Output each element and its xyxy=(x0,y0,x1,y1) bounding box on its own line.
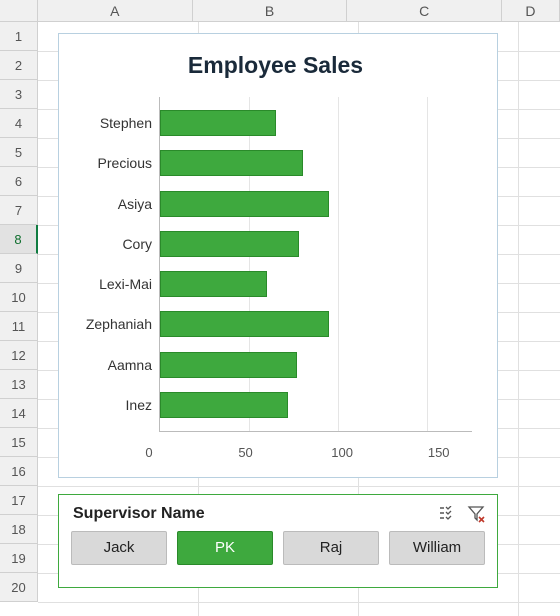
x-tick: 50 xyxy=(238,445,252,460)
chart-x-axis: 050100150 xyxy=(149,445,487,465)
bar[interactable] xyxy=(160,110,276,136)
x-tick: 0 xyxy=(145,445,152,460)
row-header-13[interactable]: 13 xyxy=(0,370,38,399)
bar-row: Aamna xyxy=(160,351,472,379)
bar[interactable] xyxy=(160,191,329,217)
slicer-btn-raj[interactable]: Raj xyxy=(283,531,379,565)
col-header-D[interactable]: D xyxy=(502,0,560,22)
row-header-8[interactable]: 8 xyxy=(0,225,38,254)
slicer-title: Supervisor Name xyxy=(73,505,431,523)
row-header-11[interactable]: 11 xyxy=(0,312,38,341)
row-header-6[interactable]: 6 xyxy=(0,167,38,196)
multi-select-icon[interactable] xyxy=(437,503,459,525)
row-header-18[interactable]: 18 xyxy=(0,515,38,544)
row-header-7[interactable]: 7 xyxy=(0,196,38,225)
bar[interactable] xyxy=(160,150,303,176)
bar-label: Aamna xyxy=(70,357,152,373)
bar-label: Zephaniah xyxy=(70,316,152,332)
row-header-2[interactable]: 2 xyxy=(0,51,38,80)
bar-row: Cory xyxy=(160,230,472,258)
row-header-19[interactable]: 19 xyxy=(0,544,38,573)
bar[interactable] xyxy=(160,271,267,297)
x-tick: 150 xyxy=(428,445,450,460)
bar-label: Stephen xyxy=(70,115,152,131)
bar-row: Asiya xyxy=(160,190,472,218)
row-header-16[interactable]: 16 xyxy=(0,457,38,486)
chart-title: Employee Sales xyxy=(69,52,482,79)
clear-filter-icon[interactable] xyxy=(465,503,487,525)
row-headers: 1234567891011121314151617181920 xyxy=(0,22,38,616)
row-header-17[interactable]: 17 xyxy=(0,486,38,515)
bar[interactable] xyxy=(160,392,288,418)
column-headers: A B C D xyxy=(38,0,560,22)
slicer-btn-pk[interactable]: PK xyxy=(177,531,273,565)
chart-plot-area: Stephen Precious Asiya Cory Lexi-Mai Zephania… xyxy=(159,97,472,432)
row-header-12[interactable]: 12 xyxy=(0,341,38,370)
bar[interactable] xyxy=(160,231,299,257)
row-header-3[interactable]: 3 xyxy=(0,80,38,109)
row-header-9[interactable]: 9 xyxy=(0,254,38,283)
bar[interactable] xyxy=(160,311,329,337)
col-header-A[interactable]: A xyxy=(38,0,193,22)
row-header-15[interactable]: 15 xyxy=(0,428,38,457)
slicer-btn-jack[interactable]: Jack xyxy=(71,531,167,565)
bar-row: Precious xyxy=(160,149,472,177)
row-header-5[interactable]: 5 xyxy=(0,138,38,167)
bar-row: Zephaniah xyxy=(160,310,472,338)
row-header-10[interactable]: 10 xyxy=(0,283,38,312)
slicer-btn-william[interactable]: William xyxy=(389,531,485,565)
select-all-corner[interactable] xyxy=(0,0,38,22)
employee-sales-chart[interactable]: Employee Sales Stephen Precious Asiya Cory L… xyxy=(58,33,498,478)
bar-label: Lexi-Mai xyxy=(70,276,152,292)
slicer-buttons: Jack PK Raj William xyxy=(59,531,497,565)
bar[interactable] xyxy=(160,352,297,378)
bar-label: Cory xyxy=(70,236,152,252)
row-header-14[interactable]: 14 xyxy=(0,399,38,428)
bar-label: Precious xyxy=(70,155,152,171)
bar-label: Asiya xyxy=(70,196,152,212)
row-header-1[interactable]: 1 xyxy=(0,22,38,51)
bar-row: Stephen xyxy=(160,109,472,137)
bar-row: Lexi-Mai xyxy=(160,270,472,298)
bar-label: Inez xyxy=(70,397,152,413)
x-tick: 100 xyxy=(331,445,353,460)
col-header-C[interactable]: C xyxy=(347,0,502,22)
row-header-4[interactable]: 4 xyxy=(0,109,38,138)
supervisor-slicer[interactable]: Supervisor Name Jack PK Raj William xyxy=(58,494,498,588)
bar-row: Inez xyxy=(160,391,472,419)
col-header-B[interactable]: B xyxy=(193,0,348,22)
row-header-20[interactable]: 20 xyxy=(0,573,38,602)
